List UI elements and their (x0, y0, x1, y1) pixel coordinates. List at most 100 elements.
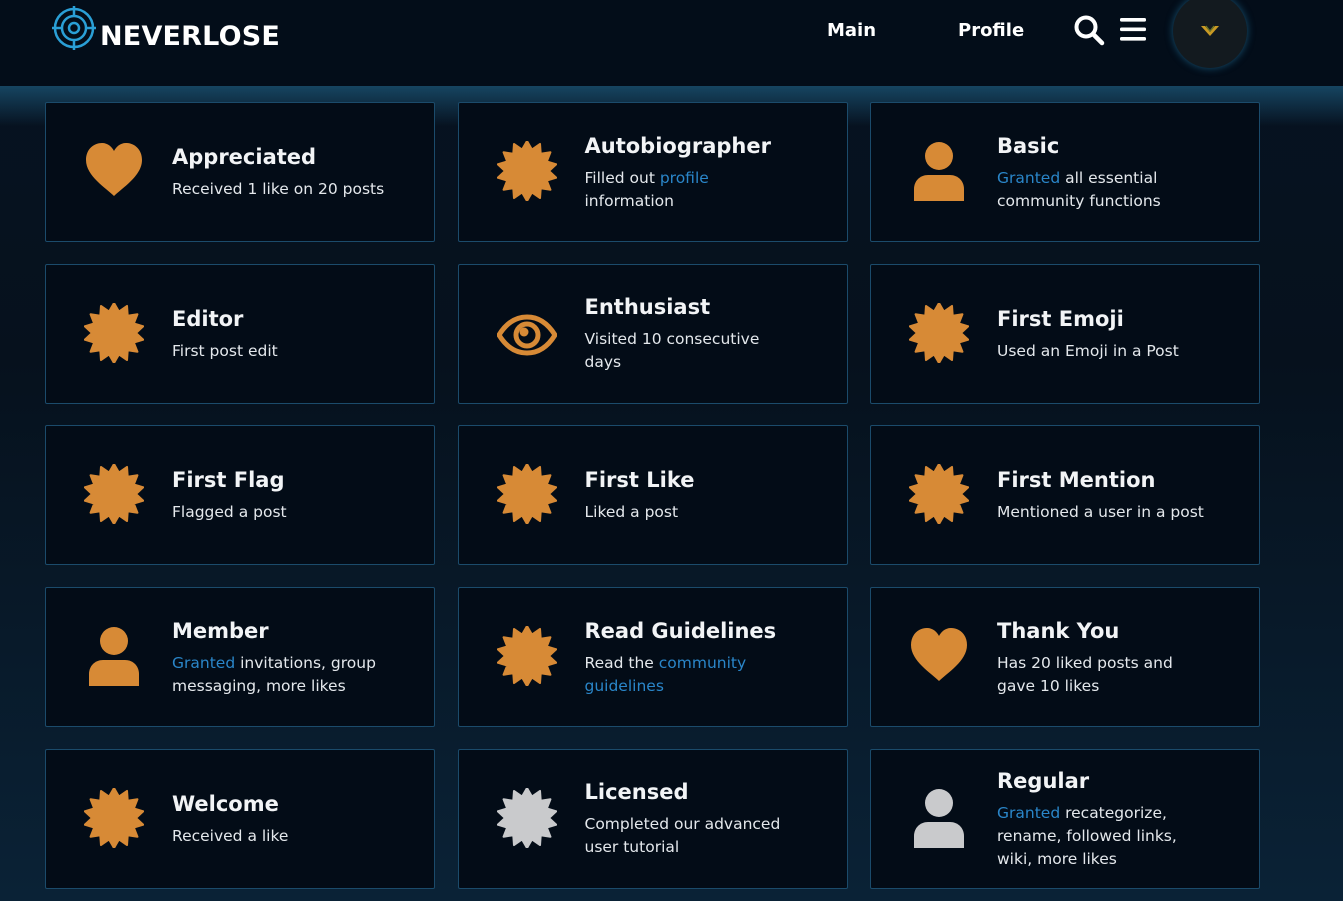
nav-main-link[interactable]: Main (827, 20, 876, 41)
badge-desc-link[interactable]: profile (660, 169, 709, 187)
badge-card-body: Welcome Received a like (172, 750, 417, 890)
badge-description: Mentioned a user in a post (997, 501, 1242, 524)
badge-title: Autobiographer (584, 133, 771, 158)
badge-title: First Mention (997, 468, 1156, 493)
badge-title: First Emoji (997, 306, 1124, 331)
badge-desc-text: Filled out (584, 168, 660, 187)
badge-description: Completed our advanced user tutorial (585, 813, 790, 859)
badge-card-first-mention[interactable]: First Mention Mentioned a user in a post (870, 425, 1260, 566)
badge-title: Member (172, 618, 269, 643)
badge-card-editor[interactable]: Editor First post edit (45, 263, 435, 405)
badge-title: Licensed (584, 780, 689, 805)
badge-card-body: Member Granted invitations, group messagi… (172, 588, 417, 728)
badge-description: Visited 10 consecutive days (585, 328, 770, 374)
badge-desc-text: First post edit (172, 341, 278, 360)
badge-description: Liked a post (585, 501, 830, 524)
badge-description: First post edit (172, 340, 417, 363)
badge-card-basic[interactable]: Basic Granted all essential community fun… (870, 102, 1260, 242)
badge-card-body: Enthusiast Visited 10 consecutive days (585, 265, 830, 405)
badge-description: Filled out profile information (585, 167, 735, 213)
badge-star-icon (83, 301, 145, 364)
badge-title: First Like (584, 468, 695, 493)
badge-card-appreciated[interactable]: Appreciated Received 1 like on 20 posts (45, 102, 435, 242)
badge-description: Granted all essential community function… (997, 167, 1187, 213)
badge-star-icon (496, 463, 557, 526)
badge-card-body: First Mention Mentioned a user in a post (997, 426, 1242, 566)
badge-description: Read the community guidelines (585, 652, 760, 698)
badge-description: Granted recategorize, rename, followed l… (997, 802, 1182, 871)
badge-title: Basic (997, 133, 1060, 158)
logo[interactable]: NEVERLOSE (50, 5, 280, 55)
badge-title: Editor (172, 306, 244, 331)
menu-icon[interactable] (1119, 16, 1147, 49)
badge-star-icon (496, 625, 557, 688)
badge-card-body: First Emoji Used an Emoji in a Post (997, 265, 1242, 405)
badge-desc-text: Visited 10 consecutive days (584, 330, 760, 372)
badge-star-icon (908, 463, 970, 526)
badge-card-body: Autobiographer Filled out profile informa… (585, 103, 830, 243)
badge-card-read-guidelines[interactable]: Read Guidelines Read the community guidel… (457, 587, 848, 728)
badge-description: Granted invitations, group messaging, mo… (172, 652, 377, 698)
badge-description: Has 20 liked posts and gave 10 likes (997, 652, 1182, 698)
badge-card-first-flag[interactable]: First Flag Flagged a post (45, 425, 435, 566)
badge-title: Thank You (997, 618, 1120, 643)
badge-desc-text: Mentioned a user in a post (997, 503, 1204, 522)
nav-profile-link[interactable]: Profile (958, 20, 1024, 41)
badge-star-icon (83, 786, 145, 849)
heart-icon (84, 141, 144, 201)
badge-star-icon (908, 301, 970, 364)
user-icon (909, 141, 969, 201)
badge-card-first-emoji[interactable]: First Emoji Used an Emoji in a Post (870, 263, 1260, 405)
logo-text: NEVERLOSE (100, 20, 281, 52)
badge-desc-link[interactable]: Granted (997, 169, 1060, 187)
badge-desc-text: Liked a post (584, 503, 679, 522)
badge-card-first-like[interactable]: First Like Liked a post (457, 425, 848, 566)
badge-card-body: Licensed Completed our advanced user tuto… (585, 750, 830, 890)
badge-description: Received a like (172, 825, 417, 848)
badge-desc-text: Used an Emoji in a Post (997, 341, 1179, 360)
badge-card-body: Editor First post edit (172, 265, 417, 405)
badge-title: Appreciated (172, 145, 317, 169)
badge-star-icon (83, 463, 145, 526)
badge-description: Used an Emoji in a Post (997, 340, 1242, 363)
badge-desc-text: Received 1 like on 20 posts (172, 180, 385, 198)
badge-card-thank-you[interactable]: Thank You Has 20 liked posts and gave 10 … (870, 587, 1260, 728)
badge-desc-link[interactable]: Granted (997, 804, 1060, 822)
badge-title: Read Guidelines (584, 618, 777, 643)
badge-desc-text: Completed our advanced user tutorial (584, 815, 781, 857)
badge-card-body: First Flag Flagged a post (172, 426, 417, 566)
badge-card-licensed[interactable]: Licensed Completed our advanced user tuto… (457, 748, 848, 890)
badge-card-body: Regular Granted recategorize, rename, fol… (997, 750, 1242, 890)
badge-card-body: First Like Liked a post (585, 426, 830, 566)
badge-title: Welcome (172, 791, 279, 816)
badge-star-icon (496, 786, 557, 849)
badge-card-member[interactable]: Member Granted invitations, group messagi… (45, 587, 435, 728)
search-icon[interactable] (1073, 14, 1105, 51)
badge-card-body: Read Guidelines Read the community guidel… (585, 588, 830, 728)
top-header: NEVERLOSE Main Profile V (0, 0, 1343, 86)
user-icon (909, 788, 969, 848)
badge-card-welcome[interactable]: Welcome Received a like (45, 748, 435, 890)
badge-title: Enthusiast (584, 295, 711, 320)
badge-card-body: Thank You Has 20 liked posts and gave 10 … (997, 588, 1242, 728)
badge-star-icon (496, 140, 557, 202)
badge-desc-link[interactable]: Granted (172, 654, 235, 672)
badge-card-body: Appreciated Received 1 like on 20 posts (172, 103, 417, 243)
avatar-logo-icon (1201, 25, 1219, 36)
badge-desc-text: information (584, 191, 674, 210)
badge-desc-text: Has 20 liked posts and gave 10 likes (997, 653, 1173, 695)
user-icon (84, 626, 144, 687)
badge-card-enthusiast[interactable]: Enthusiast Visited 10 consecutive days (457, 263, 848, 405)
badge-desc-text: Read the (584, 653, 659, 672)
badge-desc-text: Flagged a post (172, 503, 287, 522)
badge-description: Received 1 like on 20 posts (172, 178, 417, 201)
badge-card-regular[interactable]: Regular Granted recategorize, rename, fol… (870, 748, 1260, 890)
badge-desc-text: Received a like (172, 826, 289, 845)
badge-card-body: Basic Granted all essential community fun… (997, 103, 1242, 243)
crosshair-icon (52, 6, 96, 50)
user-avatar[interactable]: V (1173, 0, 1247, 68)
badge-card-autobiographer[interactable]: Autobiographer Filled out profile informa… (457, 102, 848, 243)
heart-icon (909, 626, 969, 686)
eye-icon (495, 305, 558, 365)
badge-title: First Flag (172, 468, 285, 493)
